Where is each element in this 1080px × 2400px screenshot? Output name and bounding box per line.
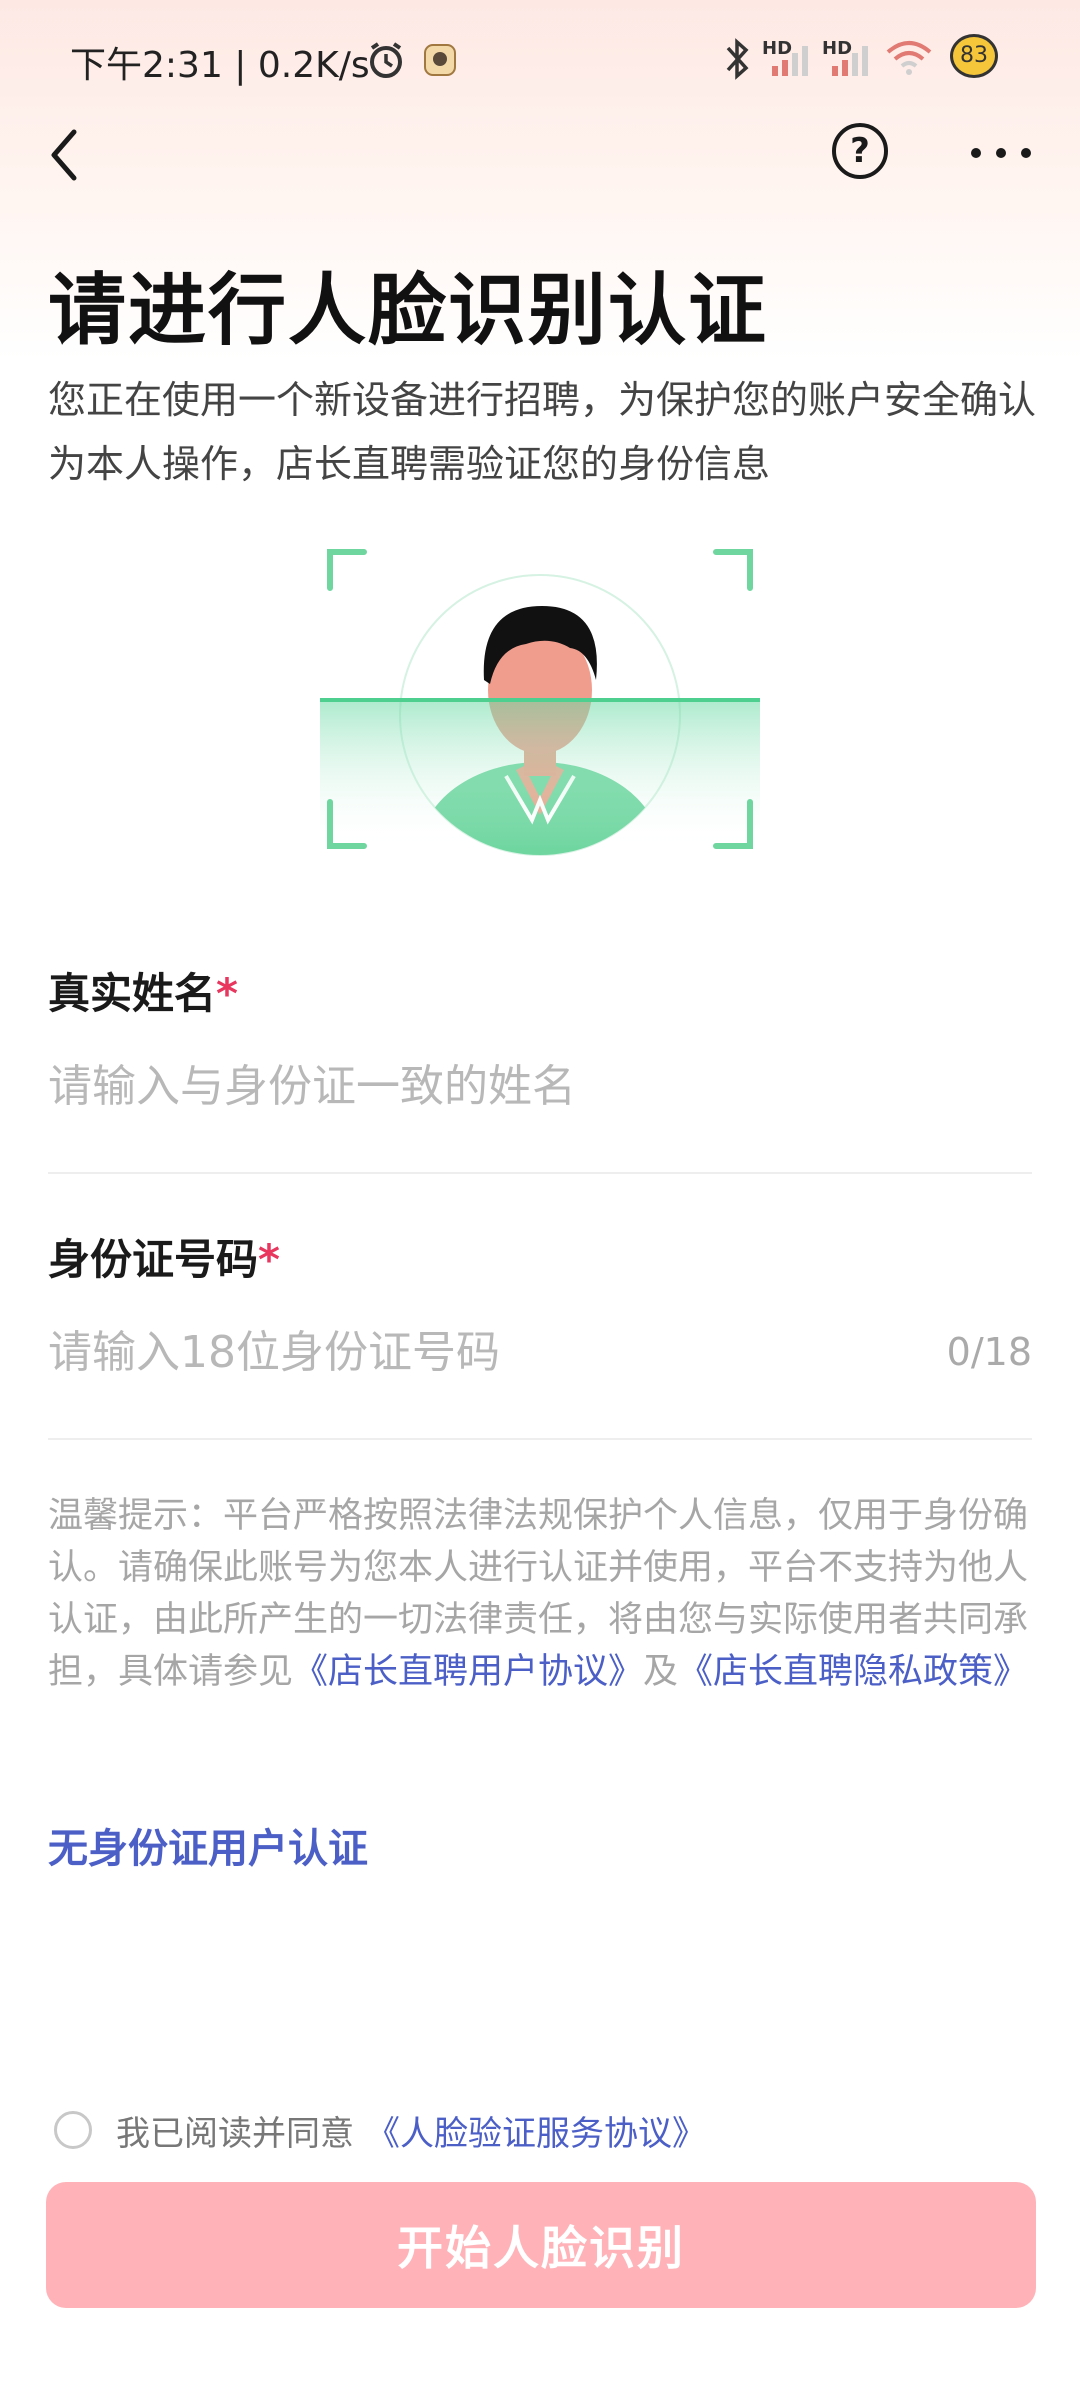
page-title: 请进行人脸识别认证 — [48, 266, 769, 356]
alarm-icon — [370, 42, 402, 78]
wifi-icon — [886, 41, 932, 75]
status-bar: 下午2:31 | 0.2K/s HD HD 83 — [0, 0, 1080, 118]
face-service-agreement-link[interactable]: 《人脸验证服务协议》 — [366, 2106, 706, 2155]
name-label-text: 真实姓名 — [48, 969, 217, 1018]
required-mark: * — [216, 969, 238, 1018]
name-divider — [48, 1172, 1032, 1174]
back-arrow-icon[interactable] — [40, 120, 90, 190]
face-scan-illustration — [320, 549, 760, 856]
id-divider — [48, 1438, 1032, 1440]
signal-icon-2 — [832, 46, 868, 76]
required-mark: * — [258, 1235, 280, 1284]
privacy-tip: 温馨提示：平台严格按照法律法规保护个人信息，仅用于身份确认。请确保此账号为您本人… — [48, 1490, 1038, 1698]
tip-and: 及 — [643, 1652, 679, 1692]
name-field-label: 真实姓名* — [48, 960, 238, 1021]
name-input[interactable] — [48, 1046, 1032, 1126]
id-char-counter: 0/18 — [946, 1330, 1032, 1374]
page-subtitle: 您正在使用一个新设备进行招聘，为保护您的账户安全确认为本人操作，店长直聘需验证您… — [48, 378, 1037, 486]
no-id-verification-link[interactable]: 无身份证用户认证 — [48, 1816, 368, 1874]
status-time: 下午2:31 | 0.2K/s — [70, 45, 370, 86]
id-number-input[interactable] — [48, 1312, 908, 1392]
agreement-row: 我已阅读并同意 《人脸验证服务协议》 — [54, 2106, 706, 2154]
app-notification-icon — [424, 44, 456, 76]
help-button[interactable]: ? — [832, 123, 888, 179]
start-face-recognition-button[interactable]: 开始人脸识别 — [46, 2182, 1036, 2308]
bluetooth-icon — [726, 38, 749, 80]
user-agreement-link[interactable]: 《店长直聘用户协议》 — [293, 1652, 643, 1692]
battery-indicator: 83 — [950, 34, 998, 78]
more-options-icon[interactable] — [966, 128, 1036, 178]
id-label-text: 身份证号码 — [48, 1235, 259, 1284]
face-verification-page: 下午2:31 | 0.2K/s HD HD 83 ? 请进行人脸识别认证 您正在… — [0, 0, 1080, 2400]
signal-icon-1 — [772, 46, 808, 76]
agreement-checkbox[interactable] — [54, 2111, 92, 2149]
question-mark-icon: ? — [850, 131, 870, 171]
agreement-text: 我已阅读并同意 — [116, 2113, 354, 2154]
privacy-policy-link[interactable]: 《店长直聘隐私政策》 — [678, 1652, 1028, 1692]
id-field-label: 身份证号码* — [48, 1226, 280, 1287]
